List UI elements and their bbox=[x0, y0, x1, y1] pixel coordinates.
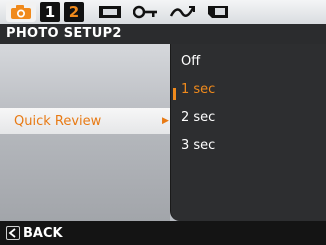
tab-display[interactable] bbox=[96, 2, 124, 22]
display-icon bbox=[99, 6, 121, 18]
option-1-sec[interactable]: 1 sec bbox=[181, 82, 215, 106]
chevron-right-icon: ▶ bbox=[162, 116, 169, 126]
tab-key[interactable] bbox=[132, 2, 160, 22]
key-icon bbox=[133, 5, 157, 19]
option-off[interactable]: Off bbox=[181, 54, 200, 78]
menu-item-quick-review[interactable]: Quick Review ▶ bbox=[0, 108, 170, 134]
selection-marker-icon bbox=[173, 88, 176, 100]
camera-menu-screen: 1 2 PHOTO SETUP2 Quick Review ▶ Off 1 se… bbox=[0, 0, 326, 245]
tab-camera[interactable] bbox=[6, 2, 36, 22]
memory-card-icon bbox=[208, 6, 228, 18]
tab-memory[interactable] bbox=[204, 2, 232, 22]
chevron-left-icon bbox=[8, 228, 16, 238]
sweep-icon bbox=[169, 6, 195, 17]
option-3-sec[interactable]: 3 sec bbox=[181, 138, 215, 162]
tab-page-2[interactable]: 2 bbox=[64, 2, 84, 22]
tab-bar: 1 2 bbox=[0, 0, 326, 24]
camera-icon bbox=[11, 5, 31, 19]
page-title: PHOTO SETUP2 bbox=[0, 24, 326, 44]
back-label: BACK bbox=[23, 225, 63, 241]
tab-sweep[interactable] bbox=[168, 2, 196, 22]
option-2-sec[interactable]: 2 sec bbox=[181, 110, 215, 134]
option-popup: Off 1 sec 2 sec 3 sec bbox=[170, 44, 326, 221]
menu-list: Quick Review ▶ bbox=[0, 44, 170, 221]
menu-item-label: Quick Review bbox=[14, 113, 102, 129]
footer-bar: BACK bbox=[0, 221, 326, 245]
tab-page-1[interactable]: 1 bbox=[40, 2, 60, 22]
back-button[interactable] bbox=[6, 226, 20, 240]
